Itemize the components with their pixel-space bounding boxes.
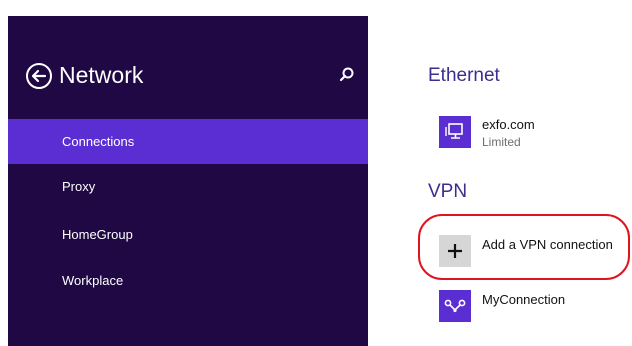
vpn-heading: VPN (428, 181, 468, 202)
vpn-connection-name: MyConnection (482, 292, 566, 307)
sidebar-item-proxy[interactable]: Proxy (8, 164, 368, 209)
vpn-icon (439, 290, 471, 322)
ethernet-connection-name: exfo.com (482, 117, 535, 132)
sidebar-item-connections[interactable]: Connections (8, 119, 368, 164)
sidebar-item-label: Workplace (62, 273, 124, 288)
sidebar-item-label: Proxy (62, 179, 96, 194)
network-sidebar: Network Connections Proxy HomeGroup Work… (8, 16, 368, 346)
search-icon[interactable] (338, 66, 356, 84)
ethernet-connection-status: Limited (482, 135, 521, 149)
ethernet-heading: Ethernet (428, 65, 500, 86)
back-arrow-icon[interactable] (25, 62, 53, 90)
sidebar-item-homegroup[interactable]: HomeGroup (8, 212, 368, 257)
network-icon (439, 116, 471, 148)
add-vpn-label: Add a VPN connection (482, 237, 613, 252)
plus-icon (439, 235, 471, 267)
sidebar-item-label: HomeGroup (62, 227, 133, 242)
sidebar-header: Network (8, 16, 368, 111)
page-title: Network (59, 62, 144, 88)
sidebar-item-workplace[interactable]: Workplace (8, 258, 368, 303)
sidebar-item-label: Connections (62, 134, 135, 149)
